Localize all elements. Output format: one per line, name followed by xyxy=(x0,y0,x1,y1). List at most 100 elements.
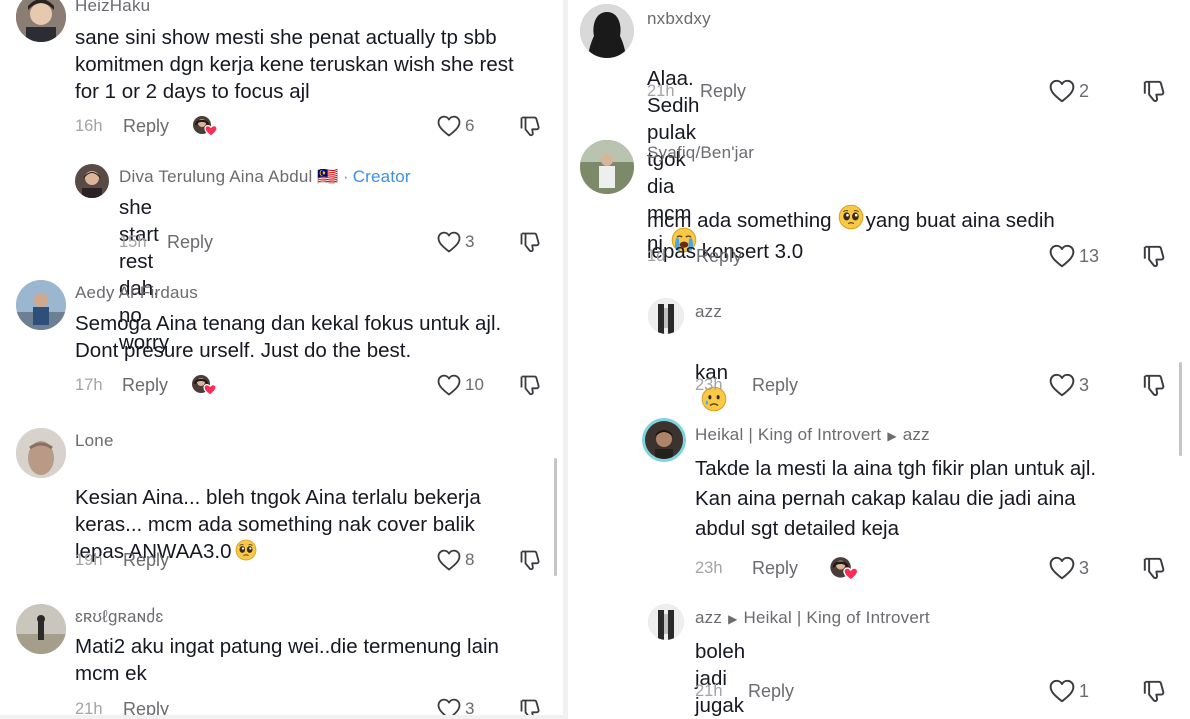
like-button[interactable]: 2 xyxy=(1049,79,1089,103)
heart-outline-icon xyxy=(1049,244,1075,268)
separator-dot: · xyxy=(342,167,349,186)
creator-liked-icon xyxy=(829,556,859,581)
comment-time: 15h xyxy=(119,233,147,251)
like-count: 3 xyxy=(1079,557,1090,578)
reply-button[interactable]: Reply xyxy=(167,232,213,253)
comment-time: 19h xyxy=(75,551,103,569)
comment-text: sane sini show mesti she penat actually … xyxy=(75,26,514,103)
avatar[interactable] xyxy=(16,604,66,654)
reply-author: Heikal | King of Introvert xyxy=(695,425,882,444)
reply-button[interactable]: Reply xyxy=(752,375,798,396)
like-count: 8 xyxy=(465,550,475,569)
username[interactable]: ɛʀʊℓɡʀaɴძɛ xyxy=(75,607,163,627)
dislike-icon[interactable] xyxy=(1141,678,1167,704)
reply-button[interactable]: Reply xyxy=(748,681,794,702)
like-count: 1 xyxy=(1079,680,1090,701)
right-comments-panel: nxbxdxy Alaa. Sedih pulak tgok dia mcm n… xyxy=(568,0,1190,719)
heart-outline-icon xyxy=(437,549,461,571)
reply-button[interactable]: Reply xyxy=(123,550,169,571)
username[interactable]: azz xyxy=(695,302,722,322)
avatar[interactable] xyxy=(642,418,686,462)
like-count: 10 xyxy=(465,375,484,394)
avatar[interactable] xyxy=(16,280,66,330)
like-count: 6 xyxy=(465,116,475,135)
creator-badge: Creator xyxy=(352,167,411,186)
comment-time: 21h xyxy=(647,82,675,100)
comment-time: 16h xyxy=(75,117,103,135)
like-count: 13 xyxy=(1079,245,1100,266)
reply-author: azz xyxy=(695,608,723,627)
creator-name: Diva Terulung Aina Abdul 🇲🇾 xyxy=(119,167,339,186)
bottom-divider xyxy=(0,715,563,719)
comment-time: 23h xyxy=(695,559,723,577)
username[interactable]: nxbxdxy xyxy=(647,9,711,29)
like-button[interactable]: 1 xyxy=(1049,679,1089,703)
reply-target: azz xyxy=(902,425,930,444)
like-button[interactable]: 6 xyxy=(437,115,474,137)
avatar[interactable] xyxy=(580,140,634,194)
reply-arrow-icon: ▶ xyxy=(728,612,738,626)
comment-text: boleh jadi jugak kan xyxy=(695,640,746,717)
like-button[interactable]: 3 xyxy=(437,231,474,253)
avatar[interactable] xyxy=(648,604,684,640)
heart-outline-icon xyxy=(437,115,461,137)
reply-button[interactable]: Reply xyxy=(122,375,168,396)
username[interactable]: Diva Terulung Aina Abdul 🇲🇾 · Creator xyxy=(119,167,411,187)
dislike-icon[interactable] xyxy=(1141,555,1167,581)
comment-text: Semoga Aina tenang dan kekal fokus untuk… xyxy=(75,312,502,362)
heart-outline-icon xyxy=(437,231,461,253)
reply-target: Heikal | King of Introvert xyxy=(743,608,930,627)
reply-button[interactable]: Reply xyxy=(123,116,169,137)
scrollbar[interactable] xyxy=(554,458,557,576)
pleading-emoji-icon xyxy=(235,539,257,561)
comment-text-part: yang buat aina sedih xyxy=(865,209,1055,232)
comment-time: 21h xyxy=(695,682,723,700)
comment-time: 17h xyxy=(75,376,103,394)
avatar[interactable] xyxy=(16,428,66,478)
creator-liked-icon xyxy=(191,374,217,396)
username[interactable]: azz ▶ Heikal | King of Introvert xyxy=(695,608,930,628)
dislike-icon[interactable] xyxy=(1141,372,1167,398)
avatar[interactable] xyxy=(648,298,684,334)
like-count: 3 xyxy=(465,232,475,251)
username[interactable]: HeizHaku xyxy=(75,0,150,16)
comment-time: 23h xyxy=(695,376,723,394)
username[interactable]: Syafiq/Ben'jar xyxy=(647,143,754,163)
dislike-icon[interactable] xyxy=(518,548,542,572)
username[interactable]: Aedy Al-Firdaus xyxy=(75,283,198,303)
heart-outline-icon xyxy=(1049,79,1075,103)
like-button[interactable]: 8 xyxy=(437,549,474,571)
dislike-icon[interactable] xyxy=(518,373,542,397)
heart-outline-icon xyxy=(1049,679,1075,703)
comment-text: Kesian Aina... bleh tngok Aina terlalu b… xyxy=(75,457,555,565)
dislike-icon[interactable] xyxy=(518,230,542,254)
reply-button[interactable]: Reply xyxy=(696,246,742,267)
like-button[interactable]: 3 xyxy=(1049,373,1089,397)
comment-text: kan xyxy=(695,332,728,416)
like-button[interactable]: 10 xyxy=(437,374,484,396)
dislike-icon[interactable] xyxy=(518,114,542,138)
scrollbar[interactable] xyxy=(1179,362,1182,456)
dislike-icon[interactable] xyxy=(1141,78,1167,104)
reply-button[interactable]: Reply xyxy=(752,558,798,579)
creator-liked-icon xyxy=(192,115,218,137)
avatar[interactable] xyxy=(16,0,66,42)
comment-text-part: mcm ada something xyxy=(647,209,832,232)
avatar[interactable] xyxy=(75,164,109,198)
comment-time: 1d xyxy=(647,247,666,265)
heart-outline-icon xyxy=(1049,556,1075,580)
left-comments-panel: HeizHaku sane sini show mesti she penat … xyxy=(0,0,563,719)
comment-text: Mati2 aku ingat patung wei..die termenun… xyxy=(75,635,499,685)
heart-outline-icon xyxy=(437,374,461,396)
username[interactable]: Heikal | King of Introvert ▶ azz xyxy=(695,425,930,445)
comment-text: Takde la mesti la aina tgh fikir plan un… xyxy=(695,457,1097,540)
like-button[interactable]: 13 xyxy=(1049,244,1099,268)
dislike-icon[interactable] xyxy=(1141,243,1167,269)
heart-outline-icon xyxy=(1049,373,1075,397)
reply-arrow-icon: ▶ xyxy=(887,429,897,443)
reply-button[interactable]: Reply xyxy=(700,81,746,102)
pleading-emoji-icon xyxy=(838,204,864,230)
avatar[interactable] xyxy=(580,4,634,58)
username[interactable]: Lone xyxy=(75,431,114,451)
like-button[interactable]: 3 xyxy=(1049,556,1089,580)
